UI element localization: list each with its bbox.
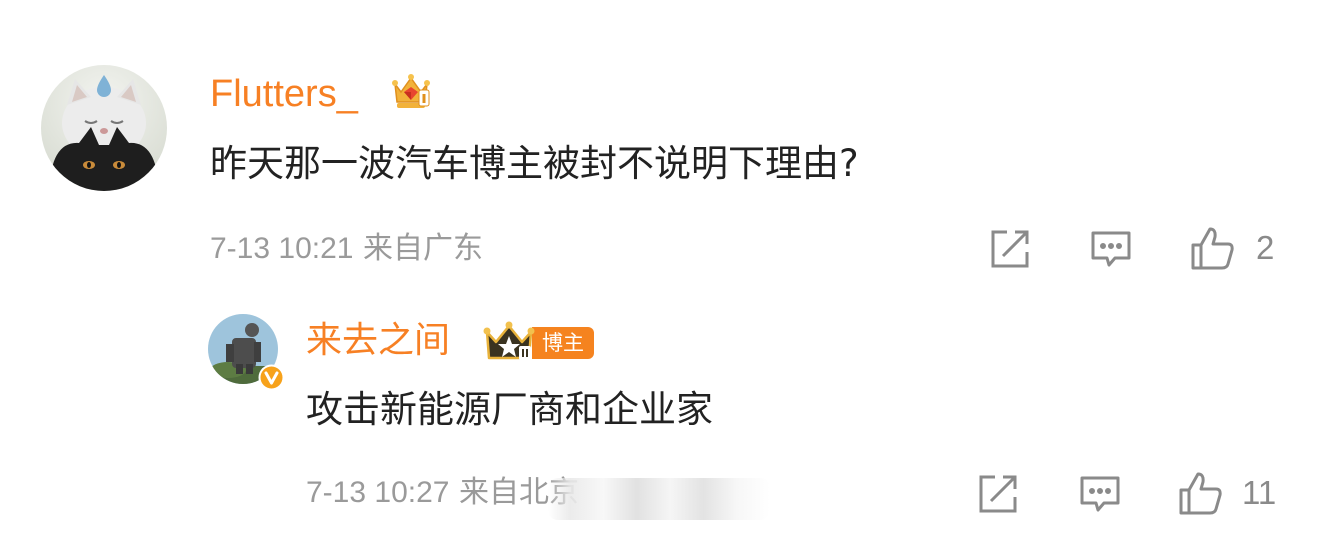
comment-icon[interactable] <box>1090 228 1132 270</box>
reply-comment-icon[interactable] <box>1079 473 1121 515</box>
like-count: 2 <box>1256 229 1275 266</box>
reply-like-count: 11 <box>1242 474 1277 511</box>
comment-text: 昨天那一波汽车博主被封不说明下理由? <box>210 142 859 185</box>
reply-text: 攻击新能源厂商和企业家 <box>306 388 713 431</box>
reply-share-icon[interactable] <box>977 473 1019 515</box>
reply-thumbs-up-icon <box>1179 472 1222 515</box>
reply-time: 7-13 10:27 <box>306 476 450 509</box>
comment-thread: ▁▁ ▁▁▁▁ <box>0 0 1319 538</box>
comment-time: 7-13 10:21 <box>210 232 354 265</box>
blogger-tag: 博主 <box>532 327 594 359</box>
blur-mask <box>548 478 770 520</box>
reply-avatar[interactable] <box>208 314 285 391</box>
crown-level-icon <box>483 320 539 364</box>
reply-like-button[interactable]: 11 <box>1178 470 1288 516</box>
thumbs-up-icon <box>1191 227 1234 270</box>
like-button[interactable]: 2 <box>1190 225 1280 271</box>
reply-meta: 7-13 10:27 来自北京 <box>306 472 579 514</box>
comment-location: 来自广东 <box>363 231 483 266</box>
avatar[interactable] <box>41 65 167 191</box>
username[interactable]: Flutters_ <box>210 70 358 118</box>
comment-meta: 7-13 10:21 来自广东 <box>210 228 483 270</box>
verified-v-icon <box>258 364 285 391</box>
share-icon[interactable] <box>989 228 1031 270</box>
crown-gem-icon <box>389 70 433 114</box>
top-cutoff-text: ▁▁ ▁▁▁▁ <box>1110 0 1290 6</box>
reply-username[interactable]: 来去之间 <box>306 318 450 364</box>
cat-avatar-image <box>41 65 167 191</box>
